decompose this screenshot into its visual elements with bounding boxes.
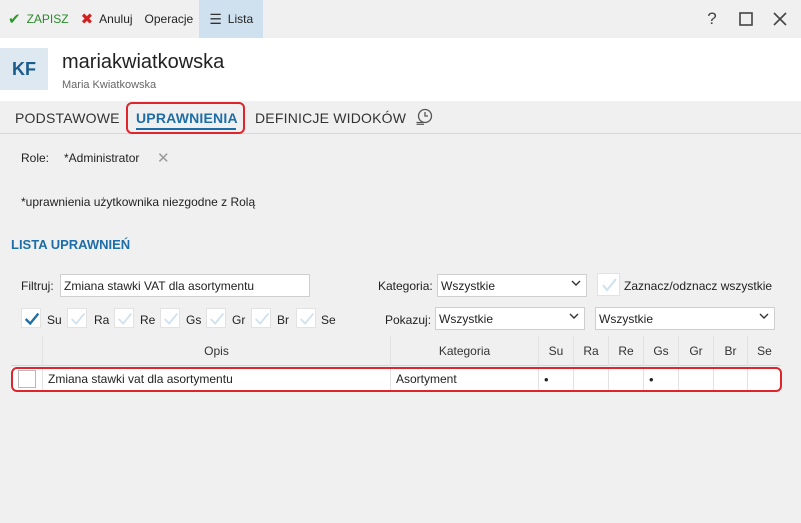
perm-check-label: Re xyxy=(140,313,156,327)
header-select-column xyxy=(11,336,42,366)
maximize-button[interactable] xyxy=(730,0,762,38)
perm-check-label: Gr xyxy=(232,313,246,327)
operations-label: Operacje xyxy=(144,12,194,26)
perm-check-br[interactable] xyxy=(251,308,271,328)
check-icon xyxy=(71,313,85,325)
tab-definicje-widokow[interactable]: DEFINICJE WIDOKÓW xyxy=(255,110,406,126)
close-icon: ✖ xyxy=(80,10,94,28)
perm-check-gs[interactable] xyxy=(160,308,180,328)
check-icon xyxy=(210,313,224,325)
save-label: ZAPISZ xyxy=(26,12,69,26)
perm-check-label: Su xyxy=(47,313,62,327)
operations-button[interactable]: Operacje xyxy=(139,0,200,38)
perm-check-se[interactable] xyxy=(296,308,316,328)
cancel-label: Anuluj xyxy=(99,12,133,26)
category-select-value: Wszystkie xyxy=(441,279,495,293)
row-highlight-frame xyxy=(11,367,782,392)
perm-check-re[interactable] xyxy=(114,308,134,328)
tab-podstawowe[interactable]: PODSTAWOWE xyxy=(15,110,120,126)
filter-input[interactable] xyxy=(60,274,310,297)
list-label: Lista xyxy=(227,12,254,26)
remove-role-icon[interactable]: ✕ xyxy=(157,149,170,167)
column-header-gs[interactable]: Gs xyxy=(643,336,678,366)
section-title: LISTA UPRAWNIEŃ xyxy=(11,237,131,252)
menu-icon: ☰ xyxy=(209,11,222,27)
chevron-down-icon xyxy=(571,280,581,286)
column-header-su[interactable]: Su xyxy=(538,336,573,366)
column-header-br[interactable]: Br xyxy=(713,336,747,366)
column-header-re[interactable]: Re xyxy=(608,336,643,366)
tab-highlight-frame xyxy=(126,102,245,134)
user-full-name: Maria Kwiatkowska xyxy=(62,79,157,91)
check-icon xyxy=(255,313,269,325)
perm-check-gr[interactable] xyxy=(206,308,226,328)
column-header-opis[interactable]: Opis xyxy=(42,336,390,366)
filter-label: Filtruj: xyxy=(21,279,54,293)
help-icon: ? xyxy=(707,9,717,28)
user-header: KF mariakwiatkowska Maria Kwiatkowska xyxy=(0,38,801,101)
show-select-secondary[interactable]: Wszystkie xyxy=(595,307,775,330)
role-value: *Administrator xyxy=(64,151,140,165)
tab-bar: PODSTAWOWE UPRAWNIENIA DEFINICJE WIDOKÓW xyxy=(0,101,801,134)
check-icon xyxy=(24,312,40,326)
maximize-icon xyxy=(739,12,753,26)
perm-check-label: Gs xyxy=(186,313,202,327)
show-label: Pokazuj: xyxy=(385,313,432,327)
avatar: KF xyxy=(0,48,48,90)
close-window-icon xyxy=(773,12,787,26)
column-header-se[interactable]: Se xyxy=(747,336,781,366)
list-button[interactable]: ☰ Lista xyxy=(199,0,264,38)
toolbar: ✔ ZAPISZ ✖ Anuluj Operacje ☰ Lista xyxy=(0,0,801,38)
column-header-ra[interactable]: Ra xyxy=(573,336,608,366)
category-label: Kategoria: xyxy=(378,279,433,293)
history-icon[interactable] xyxy=(416,108,433,125)
permissions-table-header: Opis Kategoria Su Ra Re Gs Gr Br Se xyxy=(11,336,781,366)
perm-check-label: Ra xyxy=(94,313,110,327)
check-icon: ✔ xyxy=(8,10,21,28)
show-select-secondary-value: Wszystkie xyxy=(599,312,653,326)
column-header-kategoria[interactable]: Kategoria xyxy=(390,336,538,366)
category-select[interactable]: Wszystkie xyxy=(437,274,587,297)
check-icon xyxy=(164,313,178,325)
column-header-gr[interactable]: Gr xyxy=(678,336,713,366)
help-button[interactable]: ? xyxy=(696,0,728,38)
check-icon xyxy=(118,313,132,325)
perm-check-ra[interactable] xyxy=(67,308,87,328)
show-select-value: Wszystkie xyxy=(439,312,493,326)
save-button[interactable]: ✔ ZAPISZ xyxy=(0,0,75,38)
close-window-button[interactable] xyxy=(764,0,796,38)
check-icon xyxy=(300,313,314,325)
perm-check-su[interactable] xyxy=(21,308,41,328)
check-icon xyxy=(602,278,617,292)
chevron-down-icon xyxy=(569,313,579,319)
perm-check-label: Se xyxy=(321,313,336,327)
toggle-all-label: Zaznacz/odznacz wszystkie xyxy=(624,279,773,293)
chevron-down-icon xyxy=(759,313,769,319)
cancel-button[interactable]: ✖ Anuluj xyxy=(75,0,139,38)
role-label: Role: xyxy=(21,151,50,165)
mismatch-note: *uprawnienia użytkownika niezgodne z Rol… xyxy=(21,195,256,209)
show-select[interactable]: Wszystkie xyxy=(435,307,585,330)
user-login: mariakwiatkowska xyxy=(62,51,225,73)
perm-check-label: Br xyxy=(277,313,289,327)
toggle-all-checkbox[interactable] xyxy=(597,273,620,296)
